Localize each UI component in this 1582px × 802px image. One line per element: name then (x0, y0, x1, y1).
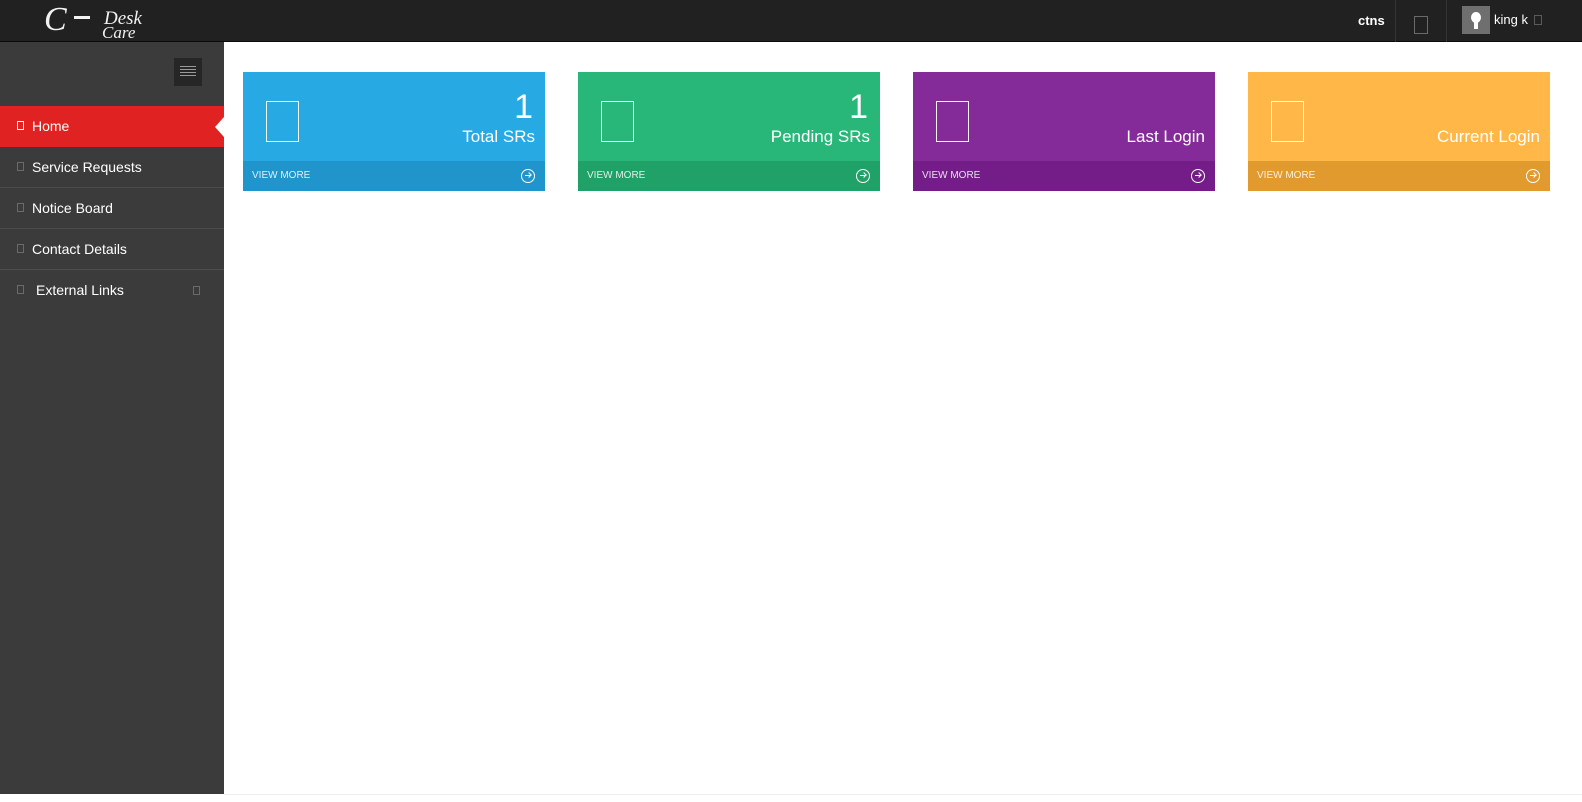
arrow-right-circle-icon (521, 169, 535, 183)
sidebar: Home Service Requests Notice Board Conta… (0, 42, 224, 794)
user-avatar[interactable] (1462, 6, 1490, 34)
list-icon (17, 162, 24, 171)
top-navbar: C Desk Care ctns king k (0, 0, 1582, 42)
header-divider (1446, 0, 1447, 42)
sidebar-item-home[interactable]: Home (0, 106, 224, 147)
tile-icon (1271, 101, 1304, 142)
page-bottom-edge (0, 794, 224, 802)
phone-icon (17, 244, 24, 253)
view-more-label: VIEW MORE (252, 170, 311, 181)
tile-label: Total SRs (462, 127, 535, 146)
dashboard-tile-total-srs: 1 Total SRs VIEW MORE (243, 72, 545, 191)
sidebar-item-notice-board[interactable]: Notice Board (0, 188, 224, 229)
sidebar-item-label: Service Requests (32, 159, 142, 175)
logo-dash (74, 16, 90, 19)
tile-icon (266, 101, 299, 142)
view-more-link[interactable]: VIEW MORE (243, 161, 545, 191)
tile-number: 1 (849, 88, 868, 126)
chevron-down-icon[interactable] (1534, 15, 1542, 25)
tile-label: Current Login (1436, 127, 1540, 146)
tile-number: 1 (514, 88, 533, 126)
tile-label: Last Login (1126, 127, 1205, 146)
arrow-right-circle-icon (856, 169, 870, 183)
home-icon (17, 121, 24, 130)
arrow-right-circle-icon (1526, 169, 1540, 183)
page-bottom-edge (224, 794, 1582, 802)
sidebar-item-label: Home (32, 118, 70, 134)
sidebar-item-label: Notice Board (32, 200, 113, 216)
sidebar-item-service-requests[interactable]: Service Requests (0, 147, 224, 188)
logo-letter: C (44, 1, 67, 38)
logo-word-bottom: Care (102, 23, 136, 42)
chevron-left-icon (193, 286, 200, 295)
sidebar-nav: Home Service Requests Notice Board Conta… (0, 106, 224, 311)
sidebar-item-label: Contact Details (32, 241, 127, 257)
sidebar-item-contact-details[interactable]: Contact Details (0, 229, 224, 270)
sidebar-item-external-links[interactable]: External Links (0, 270, 224, 311)
header-divider (1395, 0, 1396, 42)
tile-label: Pending SRs (770, 127, 870, 146)
view-more-label: VIEW MORE (587, 170, 646, 181)
view-more-link[interactable]: VIEW MORE (1248, 161, 1550, 191)
sidebar-item-label: External Links (36, 282, 124, 298)
dashboard-tile-last-login: Last Login VIEW MORE (913, 72, 1215, 191)
link-icon (17, 285, 24, 294)
avatar-neck (1474, 20, 1478, 29)
hamburger-icon[interactable] (174, 58, 202, 86)
tile-icon (936, 101, 969, 142)
view-more-label: VIEW MORE (922, 170, 981, 181)
view-more-label: VIEW MORE (1257, 170, 1316, 181)
app-logo[interactable]: C Desk Care (44, 1, 174, 42)
view-more-link[interactable]: VIEW MORE (578, 161, 880, 191)
dashboard-tile-current-login: Current Login VIEW MORE (1248, 72, 1550, 191)
notification-icon[interactable] (1414, 16, 1428, 34)
organization-name[interactable]: ctns (1358, 13, 1385, 28)
tile-icon (601, 101, 634, 142)
arrow-right-circle-icon (1191, 169, 1205, 183)
dashboard-tile-pending-srs: 1 Pending SRs VIEW MORE (578, 72, 880, 191)
clipboard-icon (17, 203, 24, 212)
view-more-link[interactable]: VIEW MORE (913, 161, 1215, 191)
user-name[interactable]: king k (1494, 12, 1528, 27)
